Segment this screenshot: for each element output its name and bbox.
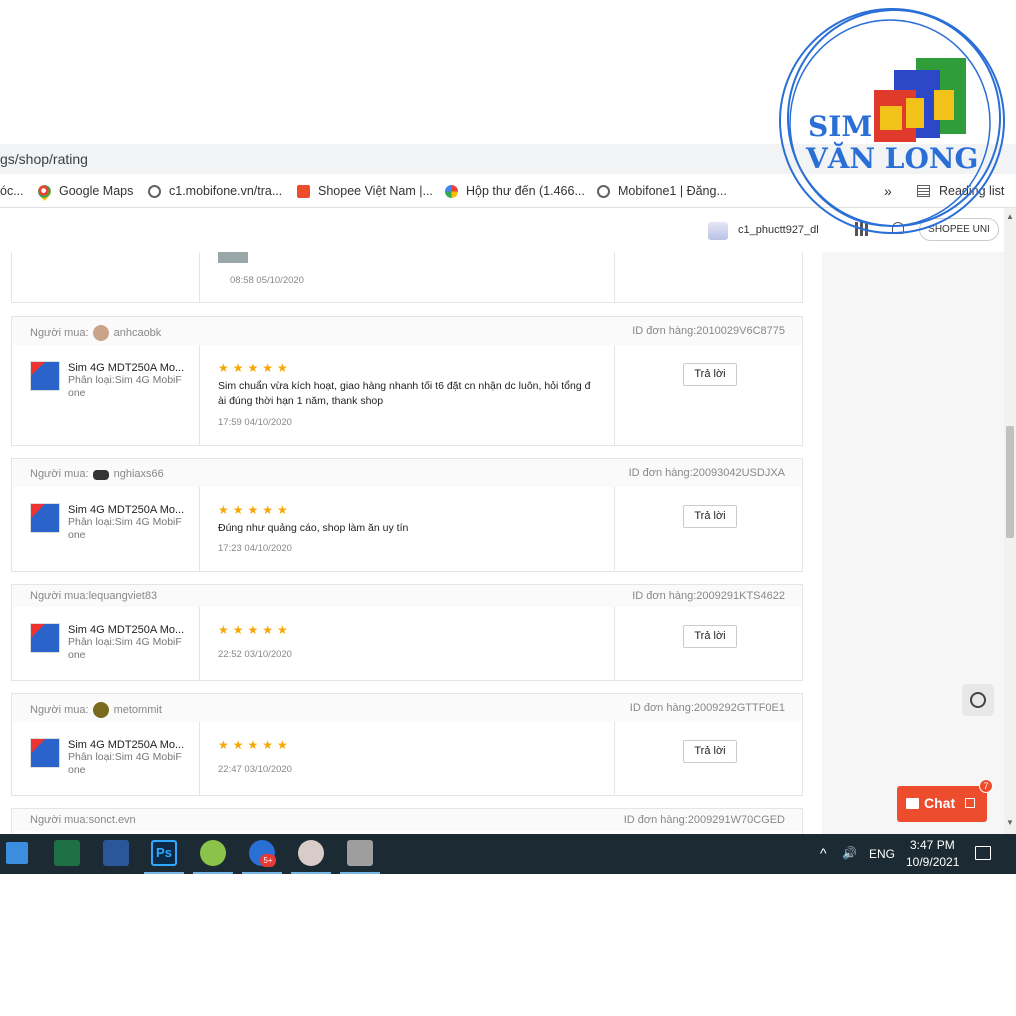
review-header: Người mua: sonct.evn ID đơn hàng:2009291W… (12, 809, 802, 831)
scroll-thumb[interactable] (1006, 426, 1014, 538)
store-icon[interactable] (6, 842, 28, 864)
chat-button[interactable]: Chat (897, 786, 987, 822)
bookmark-gmail-inbox[interactable]: Hộp thư đến (1.466... (445, 182, 585, 200)
photoshop-icon[interactable]: Ps (151, 840, 177, 866)
reply-button[interactable]: Trả lời (683, 363, 737, 386)
sim-van-long-watermark: SIM VĂN LONG (776, 2, 1012, 236)
globe-icon (148, 184, 161, 198)
order-id[interactable]: ID đơn hàng:2010029V6C8775 (632, 325, 785, 337)
shopee-bag-icon (297, 184, 310, 198)
watermark-line-2: VĂN LONG (806, 142, 979, 175)
avatar (708, 222, 728, 240)
coccoc-browser-icon[interactable] (200, 840, 226, 866)
review-time: 22:52 03/10/2020 (218, 649, 292, 660)
right-panel: Chat 7 (822, 252, 1004, 834)
language-indicator[interactable]: ENG (869, 847, 895, 861)
bookmark-item[interactable]: óc... (0, 182, 24, 200)
product-name[interactable]: Sim 4G MDT250A Mo... (68, 624, 186, 636)
google-g-icon (445, 184, 458, 198)
clock-date[interactable]: 10/9/2021 (906, 855, 959, 869)
buyer-info: Người mua: anhcaobk (30, 325, 162, 341)
bookmark-google-maps[interactable]: Google Maps (35, 181, 133, 201)
review-time: 08:58 05/10/2020 (230, 275, 304, 286)
review-photo-thumbnail[interactable] (218, 252, 248, 263)
product-thumbnail (30, 623, 60, 653)
excel-icon[interactable] (54, 840, 80, 866)
support-button[interactable] (962, 684, 994, 716)
maps-pin-icon (35, 181, 54, 201)
order-id[interactable]: ID đơn hàng:2009292GTTF0E1 (630, 702, 785, 714)
url-text[interactable]: gs/shop/rating (0, 151, 88, 167)
review-card: Người mua: lequangviet83 ID đơn hàng:2009… (11, 584, 803, 681)
buyer-info: Người mua: lequangviet83 (30, 590, 158, 602)
order-id[interactable]: ID đơn hàng:2009291KTS4622 (632, 590, 785, 602)
reply-button[interactable]: Trả lời (683, 505, 737, 528)
paint-icon[interactable] (298, 840, 324, 866)
product-name[interactable]: Sim 4G MDT250A Mo... (68, 504, 186, 516)
printer-app-icon[interactable] (347, 840, 373, 866)
review-comment: Sim chuẩn vừa kích hoạt, giao hàng nhanh… (218, 380, 591, 407)
product-info: Sim 4G MDT250A Mo... Phân loại:Sim 4G Mo… (12, 345, 200, 445)
chat-expand-icon (965, 798, 975, 808)
review-header: Người mua: metommit ID đơn hàng:2009292GT… (12, 694, 802, 722)
order-id[interactable]: ID đơn hàng:20093042USDJXA (629, 467, 785, 479)
review-time: 17:59 04/10/2020 (218, 417, 292, 428)
rating-stars: ★★★★★ (218, 361, 292, 375)
review-card-partial: 08:58 05/10/2020 (11, 252, 803, 303)
product-variant: Phân loại:Sim 4G MobiF one (68, 516, 182, 541)
review-card: Người mua: sonct.evn ID đơn hàng:2009291W… (11, 808, 803, 834)
screenshot-root: gs/shop/rating óc... Google Maps c1.mobi… (0, 0, 1016, 1016)
windows-taskbar: Ps 5+ ^ 🔊 ENG 3:47 PM 10/9/2021 (0, 834, 1016, 874)
review-card: Người mua: nghiaxs66 ID đơn hàng:20093042… (11, 458, 803, 572)
page-scrollbar[interactable]: ▲ ▼ (1004, 208, 1016, 834)
buyer-info: Người mua: sonct.evn (30, 814, 136, 826)
review-card: Người mua: anhcaobk ID đơn hàng:2010029V6… (11, 316, 803, 446)
scroll-down-arrow[interactable]: ▼ (1006, 818, 1014, 827)
buyer-info: Người mua: metommit (30, 702, 162, 718)
buyer-info: Người mua: nghiaxs66 (30, 467, 164, 480)
clock-time[interactable]: 3:47 PM (910, 838, 955, 852)
avatar (92, 470, 109, 480)
reply-button[interactable]: Trả lời (683, 625, 737, 648)
volume-icon[interactable]: 🔊 (842, 846, 857, 860)
rating-stars: ★★★★★ (218, 623, 292, 637)
review-card: Người mua: metommit ID đơn hàng:2009292GT… (11, 693, 803, 796)
product-info: Sim 4G MDT250A Mo... Phân loại:Sim 4G Mo… (12, 722, 200, 795)
product-variant: Phân loại:Sim 4G MobiF one (68, 751, 182, 776)
product-variant: Phân loại:Sim 4G MobiF one (68, 374, 182, 399)
word-icon[interactable] (103, 840, 129, 866)
bookmark-shopee[interactable]: Shopee Việt Nam |... (297, 182, 433, 200)
ratings-list: 08:58 05/10/2020 Người mua: anhcaobk ID đ… (0, 252, 822, 834)
notification-icon[interactable] (975, 846, 991, 860)
review-time: 22:47 03/10/2020 (218, 764, 292, 775)
review-header: Người mua: lequangviet83 ID đơn hàng:2009… (12, 585, 802, 607)
product-thumbnail (30, 738, 60, 768)
product-name[interactable]: Sim 4G MDT250A Mo... (68, 362, 186, 374)
product-variant: Phân loại:Sim 4G MobiF one (68, 636, 182, 661)
chevron-up-icon[interactable]: ^ (820, 845, 827, 861)
product-thumbnail (30, 361, 60, 391)
order-id[interactable]: ID đơn hàng:2009291W70CGED (624, 814, 785, 826)
zalo-badge: 5+ (260, 854, 276, 867)
rating-stars: ★★★★★ (218, 738, 292, 752)
product-info: Sim 4G MDT250A Mo... Phân loại:Sim 4G Mo… (12, 607, 200, 680)
headset-icon (970, 692, 986, 708)
review-header: Người mua: anhcaobk ID đơn hàng:2010029V6… (12, 317, 802, 345)
product-thumbnail (30, 503, 60, 533)
product-name[interactable]: Sim 4G MDT250A Mo... (68, 739, 186, 751)
avatar (92, 702, 109, 718)
watermark-line-1: SIM (808, 110, 873, 143)
review-comment: Đúng như quảng cáo, shop làm ăn uy tín (218, 522, 409, 534)
review-header: Người mua: nghiaxs66 ID đơn hàng:20093042… (12, 459, 802, 487)
rating-stars: ★★★★★ (218, 503, 292, 517)
review-time: 17:23 04/10/2020 (218, 543, 292, 554)
bookmark-mobifone1[interactable]: Mobifone1 | Đăng... (597, 182, 727, 200)
globe-icon (597, 184, 610, 198)
product-info: Sim 4G MDT250A Mo... Phân loại:Sim 4G Mo… (12, 487, 200, 571)
reply-button[interactable]: Trả lời (683, 740, 737, 763)
chat-icon (906, 798, 919, 809)
avatar (92, 325, 109, 341)
bookmark-c1-mobifone[interactable]: c1.mobifone.vn/tra... (148, 182, 282, 200)
chat-badge: 7 (979, 779, 993, 793)
